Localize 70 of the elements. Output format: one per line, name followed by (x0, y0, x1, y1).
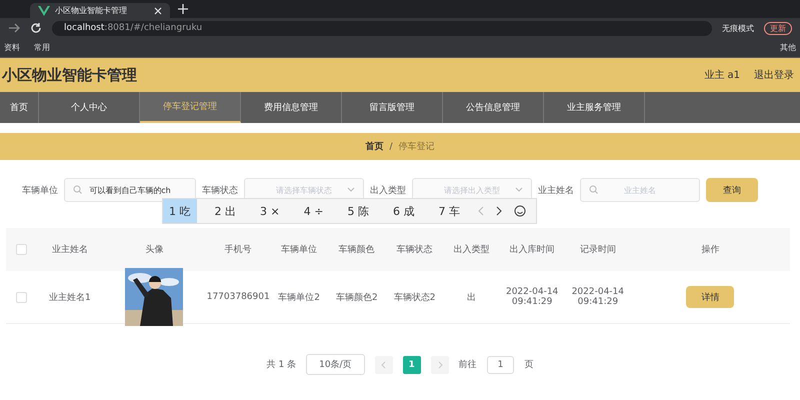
field-label: 车辆单位 (22, 184, 58, 196)
search-button[interactable]: 查询 (706, 178, 758, 202)
ime-candidate[interactable]: 5 陈 (341, 199, 375, 223)
table-cell-text: 出 (466, 292, 477, 304)
page-input[interactable]: 1 (486, 356, 514, 374)
chevron-down-icon (515, 187, 523, 192)
incognito-label[interactable]: 无痕模式 (722, 22, 754, 34)
table-cell-text: 业主姓名1 (48, 292, 92, 304)
next-icon[interactable] (496, 206, 502, 216)
ime-candidate[interactable]: 1 吃 (163, 199, 196, 223)
nav-tab[interactable]: 首页 (0, 92, 39, 123)
ime-candidate[interactable]: 4 ÷ (298, 199, 330, 223)
ime-candidate[interactable]: 6 成 (386, 199, 420, 223)
tab-title: 小区物业智能卡管理 (55, 5, 128, 16)
select-all-checkbox[interactable] (16, 244, 27, 255)
close-icon[interactable] (154, 6, 162, 14)
field-label: 出入类型 (370, 184, 406, 196)
column-header[interactable]: 业主姓名 (36, 243, 103, 256)
app-title: 小区物业智能卡管理 (2, 66, 137, 84)
table-cell: 17703786901 (206, 292, 270, 302)
breadcrumb-item[interactable]: 首页 (365, 140, 384, 153)
ime-candidate[interactable]: 3 × (254, 199, 286, 223)
column-header[interactable]: 操作 (630, 243, 790, 256)
column-header[interactable]: 手机号 (206, 243, 270, 256)
details-button[interactable]: 详情 (686, 286, 734, 308)
bookmark[interactable]: 其他 (780, 42, 796, 53)
nav-tab[interactable]: 费用信息管理 (241, 92, 342, 123)
logout-link[interactable]: 退出登录 (754, 68, 794, 82)
nav-tab[interactable]: 停车登记管理 (140, 92, 241, 123)
page-unit: 页 (524, 359, 534, 371)
chevron-down-icon (347, 187, 355, 192)
table-cell-text: 车辆单位2 (277, 292, 321, 304)
bookmark[interactable]: 常用 (34, 42, 50, 53)
table-cell-text: 车辆状态2 (392, 292, 436, 304)
breadcrumb-item: / (389, 142, 393, 152)
ime-candidate[interactable]: 2 出 (208, 199, 242, 223)
nav-tab[interactable]: 公告信息管理 (443, 92, 544, 123)
nav-tab[interactable]: 留言版管理 (342, 92, 443, 123)
goto-label: 前往 (458, 358, 477, 371)
back-icon[interactable] (8, 23, 20, 33)
breadcrumb-item: 停车登记 (398, 140, 435, 153)
vue-logo-icon (38, 6, 50, 16)
ime-candidate[interactable]: 7 车 (432, 199, 466, 223)
nav-tab[interactable]: 业主服务管理 (544, 92, 645, 123)
row-checkbox[interactable] (16, 292, 27, 302)
column-header[interactable]: 出入类型 (443, 243, 500, 256)
column-header[interactable]: 头像 (102, 243, 206, 256)
reload-icon[interactable] (30, 22, 42, 34)
search-icon (589, 185, 598, 194)
column-header[interactable]: 车辆单位 (270, 243, 328, 256)
table-cell-text: 车辆颜色2 (335, 292, 379, 304)
table-cell-text: 2022-04-14 09:41:29 (570, 287, 626, 307)
address-field[interactable]: localhost:8081/#/cheliangruku (52, 20, 712, 36)
column-header[interactable]: 车辆状态 (386, 243, 444, 256)
user-label: 业主 a1 (704, 68, 740, 82)
total-count: 共 1 条 (266, 358, 296, 371)
update-button[interactable]: 更新 (764, 22, 792, 34)
table-cell-text: 2022-04-14 09:41:29 (504, 287, 560, 307)
input-field[interactable]: 可以看到自己车辆的ch (64, 178, 196, 202)
new-tab-icon[interactable] (178, 4, 188, 14)
page-size-select[interactable]: 10条/页 (306, 354, 365, 375)
column-header[interactable]: 车辆颜色 (328, 243, 386, 256)
field-label: 业主姓名 (538, 184, 574, 196)
browser-tab[interactable]: 小区物业智能卡管理 (30, 3, 170, 18)
field-label: 车辆状态 (202, 184, 238, 196)
emoji-icon[interactable] (514, 205, 526, 217)
column-header[interactable]: 记录时间 (564, 243, 631, 256)
search-icon (73, 185, 82, 194)
bookmark[interactable]: 资料 (4, 42, 20, 53)
column-header[interactable]: 出入库时间 (499, 243, 565, 256)
